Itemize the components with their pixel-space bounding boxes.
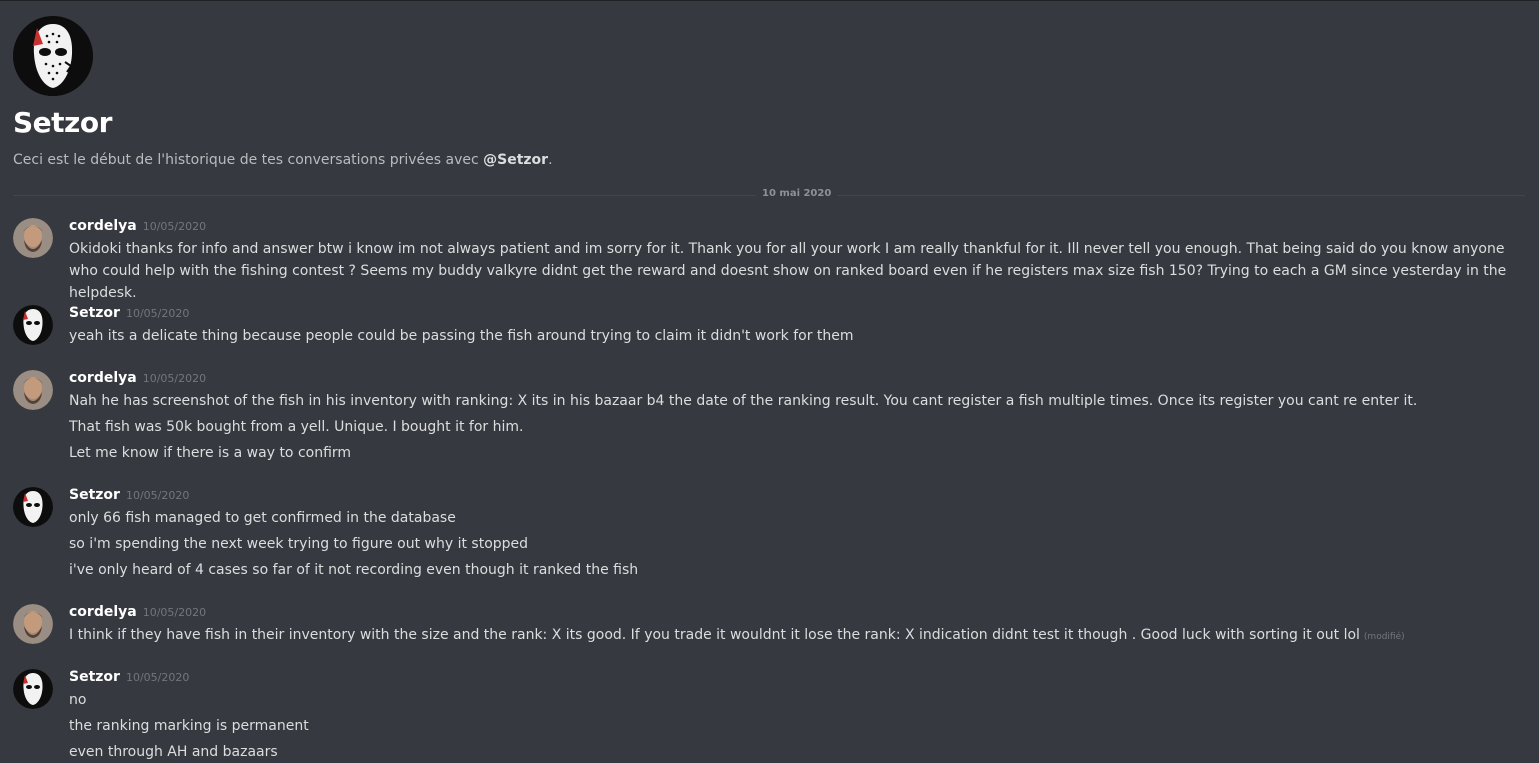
user-avatar[interactable]	[13, 305, 53, 345]
message-text: Okidoki thanks for info and answer btw i…	[69, 241, 1507, 301]
message-text: even through AH and bazaars	[69, 744, 278, 760]
message-author[interactable]: Setzor 10/05/2020	[69, 305, 189, 321]
user-avatar[interactable]	[13, 669, 53, 709]
message-timestamp: 10/05/2020	[125, 489, 190, 502]
intro-prefix: Ceci est le début de l'historique de tes…	[13, 152, 484, 168]
dm-intro-text: Ceci est le début de l'historique de tes…	[13, 152, 553, 168]
message-text: That fish was 50k bought from a yell. Un…	[69, 419, 524, 435]
message-timestamp: 10/05/2020	[142, 606, 207, 619]
dm-title: Setzor	[13, 106, 112, 139]
message-timestamp: 10/05/2020	[125, 307, 190, 320]
intro-user-mention[interactable]: @Setzor	[483, 152, 548, 168]
window-top-border	[0, 0, 1539, 1]
date-divider-label: 10 mai 2020	[756, 188, 838, 199]
message-text: so i'm spending the next week trying to …	[69, 536, 529, 552]
message-timestamp: 10/05/2020	[142, 372, 207, 385]
message-text: only 66 fish managed to get confirmed in…	[69, 510, 456, 526]
user-avatar[interactable]	[13, 218, 53, 258]
message-timestamp: 10/05/2020	[142, 220, 207, 233]
profile-avatar[interactable]	[13, 16, 93, 96]
message-text: Nah he has screenshot of the fish in his…	[69, 393, 1418, 409]
message-timestamp: 10/05/2020	[125, 671, 190, 684]
message-text: the ranking marking is permanent	[69, 718, 309, 734]
intro-suffix: .	[548, 152, 553, 168]
message-author[interactable]: Setzor 10/05/2020	[69, 669, 189, 685]
message-text: yeah its a delicate thing because people…	[69, 328, 854, 344]
message-text: Let me know if there is a way to confirm	[69, 445, 352, 461]
message-text: I think if they have fish in their inven…	[69, 627, 1405, 643]
edited-marker: (modifié)	[1363, 632, 1405, 642]
message-text: i've only heard of 4 cases so far of it …	[69, 562, 639, 578]
message-author[interactable]: Setzor 10/05/2020	[69, 487, 189, 503]
message-author[interactable]: cordelya 10/05/2020	[69, 218, 206, 234]
message-author[interactable]: cordelya 10/05/2020	[69, 604, 206, 620]
message-text: no	[69, 692, 87, 708]
user-avatar[interactable]	[13, 604, 53, 644]
dm-header	[13, 16, 93, 96]
user-avatar[interactable]	[13, 487, 53, 527]
message-author[interactable]: cordelya 10/05/2020	[69, 370, 206, 386]
user-avatar[interactable]	[13, 370, 53, 410]
